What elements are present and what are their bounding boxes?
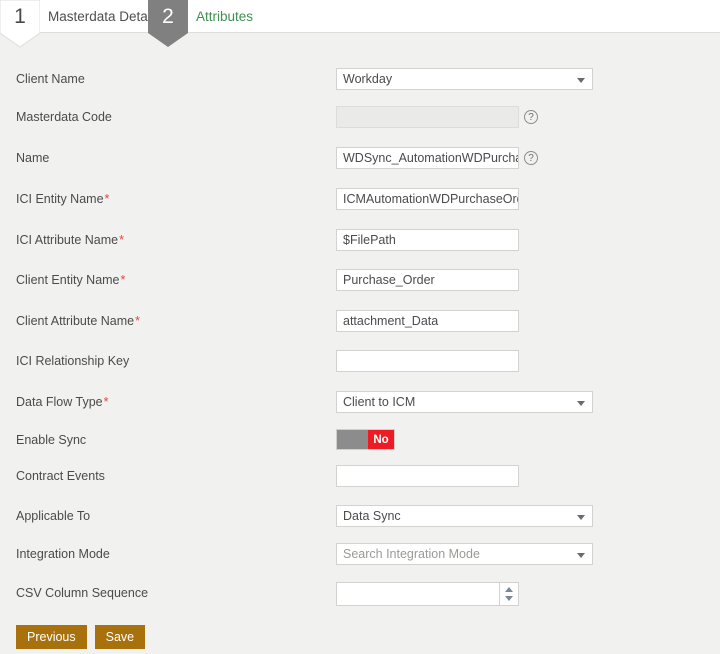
- masterdata-code-input: [336, 106, 519, 128]
- form-row-ici-entity-name: ICI Entity Name* ICMAutomationWDPurchase…: [0, 188, 720, 210]
- form-row-contract-events: Contract Events: [0, 465, 720, 487]
- step-1-number: 1: [14, 5, 26, 28]
- required-marker: *: [104, 192, 110, 206]
- step-2-badge: 2: [148, 0, 188, 47]
- client-name-select[interactable]: Workday: [336, 68, 593, 90]
- label-ici-attribute-name: ICI Attribute Name*: [16, 233, 124, 247]
- form-row-ici-attribute-name: ICI Attribute Name* $FilePath: [0, 229, 720, 251]
- ici-relationship-key-input[interactable]: [336, 350, 519, 372]
- form-row-client-attribute-name: Client Attribute Name* attachment_Data: [0, 310, 720, 332]
- required-marker: *: [119, 233, 124, 247]
- applicable-to-value: Data Sync: [343, 509, 401, 523]
- name-input[interactable]: WDSync_AutomationWDPurchaseOr: [336, 147, 519, 169]
- form-button-bar: Previous Save: [16, 625, 146, 649]
- step-1-label: Masterdata Details: [48, 9, 161, 24]
- stepper-down-icon[interactable]: [505, 596, 513, 601]
- wizard-step-header: 1 Masterdata Details 2 Attributes: [0, 0, 720, 48]
- label-data-flow-type: Data Flow Type*: [16, 395, 109, 409]
- chevron-down-icon: [577, 401, 585, 406]
- ici-entity-name-value: ICMAutomationWDPurchaseOrder: [343, 192, 519, 206]
- form-row-client-entity-name: Client Entity Name* Purchase_Order: [0, 269, 720, 291]
- form-row-masterdata-code: Masterdata Code ?: [0, 106, 720, 128]
- ici-attribute-name-value: $FilePath: [343, 233, 396, 247]
- required-marker: *: [120, 273, 126, 287]
- required-marker: *: [135, 314, 140, 328]
- wizard-step-1[interactable]: 1 Masterdata Details: [0, 0, 161, 48]
- enable-sync-toggle[interactable]: No: [336, 429, 395, 450]
- applicable-to-select[interactable]: Data Sync: [336, 505, 593, 527]
- client-name-value: Workday: [343, 72, 393, 86]
- form-row-client-name: Client Name Workday: [0, 68, 720, 90]
- label-csv-column-sequence: CSV Column Sequence: [16, 586, 149, 600]
- form-row-enable-sync: Enable Sync No: [0, 429, 720, 451]
- chevron-down-icon: [577, 515, 585, 520]
- data-flow-type-select[interactable]: Client to ICM: [336, 391, 593, 413]
- data-flow-type-value: Client to ICM: [343, 395, 416, 409]
- csv-column-sequence-input[interactable]: [336, 582, 499, 606]
- label-client-entity-name: Client Entity Name*: [16, 273, 126, 287]
- form-row-ici-relationship-key: ICI Relationship Key: [0, 350, 720, 372]
- form-row-data-flow-type: Data Flow Type* Client to ICM: [0, 391, 720, 413]
- stepper-up-icon[interactable]: [505, 587, 513, 592]
- csv-column-sequence-stepper[interactable]: [336, 582, 519, 606]
- label-masterdata-code: Masterdata Code: [16, 110, 112, 124]
- help-icon[interactable]: ?: [524, 151, 538, 165]
- label-client-name: Client Name: [16, 72, 85, 86]
- client-entity-name-value: Purchase_Order: [343, 273, 435, 287]
- form-row-name: Name WDSync_AutomationWDPurchaseOr ?: [0, 147, 720, 169]
- contract-events-input[interactable]: [336, 465, 519, 487]
- label-client-attribute-name: Client Attribute Name*: [16, 314, 140, 328]
- step-1-badge: 1: [0, 0, 40, 48]
- label-contract-events: Contract Events: [16, 469, 105, 483]
- required-marker: *: [103, 395, 109, 409]
- save-button[interactable]: Save: [94, 625, 146, 649]
- step-2-number: 2: [162, 5, 174, 28]
- form-row-integration-mode: Integration Mode Search Integration Mode: [0, 543, 720, 565]
- chevron-down-icon: [577, 78, 585, 83]
- step-2-label: Attributes: [196, 9, 254, 24]
- client-attribute-name-value: attachment_Data: [343, 314, 439, 328]
- toggle-knob: [337, 430, 368, 449]
- label-ici-relationship-key: ICI Relationship Key: [16, 354, 130, 368]
- label-ici-entity-name: ICI Entity Name*: [16, 192, 110, 206]
- toggle-state-label: No: [368, 430, 394, 449]
- chevron-down-icon: [577, 553, 585, 558]
- label-enable-sync: Enable Sync: [16, 433, 87, 447]
- previous-button[interactable]: Previous: [16, 625, 87, 649]
- attributes-form: Client Name Workday Masterdata Code ? Na…: [0, 33, 720, 654]
- label-applicable-to: Applicable To: [16, 509, 91, 523]
- form-row-applicable-to: Applicable To Data Sync: [0, 505, 720, 527]
- integration-mode-select[interactable]: Search Integration Mode: [336, 543, 593, 565]
- ici-attribute-name-input[interactable]: $FilePath: [336, 229, 519, 251]
- form-row-csv-column-sequence: CSV Column Sequence: [0, 582, 720, 606]
- label-name: Name: [16, 151, 50, 165]
- label-integration-mode: Integration Mode: [16, 547, 110, 561]
- client-attribute-name-input[interactable]: attachment_Data: [336, 310, 519, 332]
- name-value: WDSync_AutomationWDPurchaseOr: [343, 151, 518, 165]
- ici-entity-name-input[interactable]: ICMAutomationWDPurchaseOrder: [336, 188, 519, 210]
- help-icon[interactable]: ?: [524, 110, 538, 124]
- integration-mode-value: Search Integration Mode: [343, 547, 480, 561]
- wizard-step-2[interactable]: 2 Attributes: [148, 0, 254, 47]
- client-entity-name-input[interactable]: Purchase_Order: [336, 269, 519, 291]
- stepper-buttons[interactable]: [499, 582, 519, 606]
